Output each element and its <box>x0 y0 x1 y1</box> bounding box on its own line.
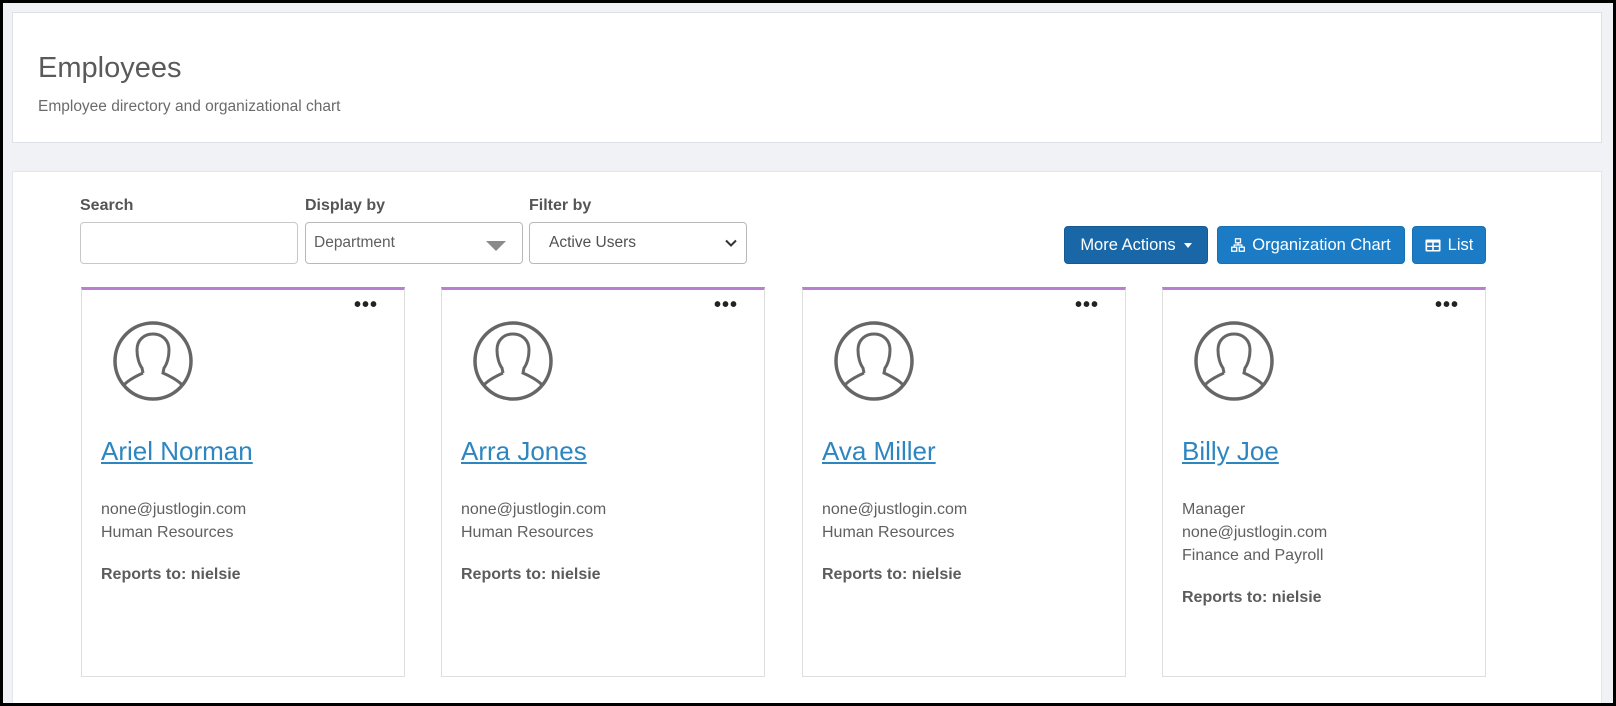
more-actions-button[interactable]: More Actions <box>1064 226 1208 264</box>
more-options-icon[interactable]: ••• <box>714 295 738 315</box>
employee-email: none@justlogin.com <box>461 501 607 518</box>
employee-name-link[interactable]: Ava Miller <box>822 436 936 467</box>
list-view-label: List <box>1447 235 1474 254</box>
employee-department: Human Resources <box>822 524 955 541</box>
user-avatar-icon <box>834 321 914 401</box>
employee-department: Finance and Payroll <box>1182 547 1324 564</box>
employee-department: Human Resources <box>101 524 234 541</box>
user-avatar-icon <box>113 321 193 401</box>
page-title: Employees <box>38 52 182 84</box>
employee-card: ••• Ariel Norman none@justlogin.com Huma… <box>81 287 405 677</box>
employee-reports-to: Reports to: nielsie <box>1182 589 1322 606</box>
display-by-select[interactable]: Department <box>305 222 523 264</box>
list-view-button[interactable]: List <box>1412 226 1486 264</box>
more-options-icon[interactable]: ••• <box>1435 295 1459 315</box>
employee-email: none@justlogin.com <box>101 501 247 518</box>
employee-email: none@justlogin.com <box>822 501 968 518</box>
caret-down-icon <box>1183 242 1192 248</box>
employee-name-link[interactable]: Ariel Norman <box>101 436 253 467</box>
filter-by-select[interactable]: Active Users <box>529 222 747 264</box>
page-subtitle: Employee directory and organizational ch… <box>38 98 341 115</box>
page-header: Employees Employee directory and organiz… <box>12 12 1602 143</box>
user-avatar-icon <box>1194 321 1274 401</box>
organization-chart-button[interactable]: Organization Chart <box>1217 226 1405 264</box>
filter-by-label: Filter by <box>529 197 592 214</box>
search-label: Search <box>80 197 134 214</box>
employee-reports-to: Reports to: nielsie <box>101 566 241 583</box>
employee-email: none@justlogin.com <box>1182 524 1328 541</box>
employee-name-link[interactable]: Arra Jones <box>461 436 587 467</box>
employee-details: Manager none@justlogin.com Finance and P… <box>1182 498 1327 609</box>
employee-reports-to: Reports to: nielsie <box>461 566 601 583</box>
caret-down-icon <box>486 241 506 251</box>
employee-job-title: Manager <box>1182 501 1246 518</box>
employee-name-link[interactable]: Billy Joe <box>1182 436 1279 467</box>
employee-reports-to: Reports to: nielsie <box>822 566 962 583</box>
table-icon <box>1425 239 1441 251</box>
employee-details: none@justlogin.com Human Resources Repor… <box>822 498 967 586</box>
org-chart-icon <box>1231 238 1246 252</box>
chevron-down-icon <box>725 239 737 247</box>
employee-department: Human Resources <box>461 524 594 541</box>
employee-card: ••• Ava Miller none@justlogin.com Human … <box>802 287 1126 677</box>
display-by-value: Department <box>314 234 395 251</box>
employee-details: none@justlogin.com Human Resources Repor… <box>101 498 246 586</box>
more-options-icon[interactable]: ••• <box>354 295 378 315</box>
employee-card: ••• Billy Joe Manager none@justlogin.com… <box>1162 287 1486 677</box>
app-frame: Employees Employee directory and organiz… <box>0 0 1616 706</box>
user-avatar-icon <box>473 321 553 401</box>
display-by-label: Display by <box>305 197 386 214</box>
employee-card: ••• Arra Jones none@justlogin.com Human … <box>441 287 765 677</box>
directory-panel: Search Display by Department Filter by A… <box>12 171 1602 703</box>
organization-chart-label: Organization Chart <box>1252 235 1391 254</box>
more-options-icon[interactable]: ••• <box>1075 295 1099 315</box>
filter-by-value: Active Users <box>549 234 636 251</box>
search-input[interactable] <box>80 222 298 264</box>
more-actions-label: More Actions <box>1080 235 1176 254</box>
employee-details: none@justlogin.com Human Resources Repor… <box>461 498 606 586</box>
